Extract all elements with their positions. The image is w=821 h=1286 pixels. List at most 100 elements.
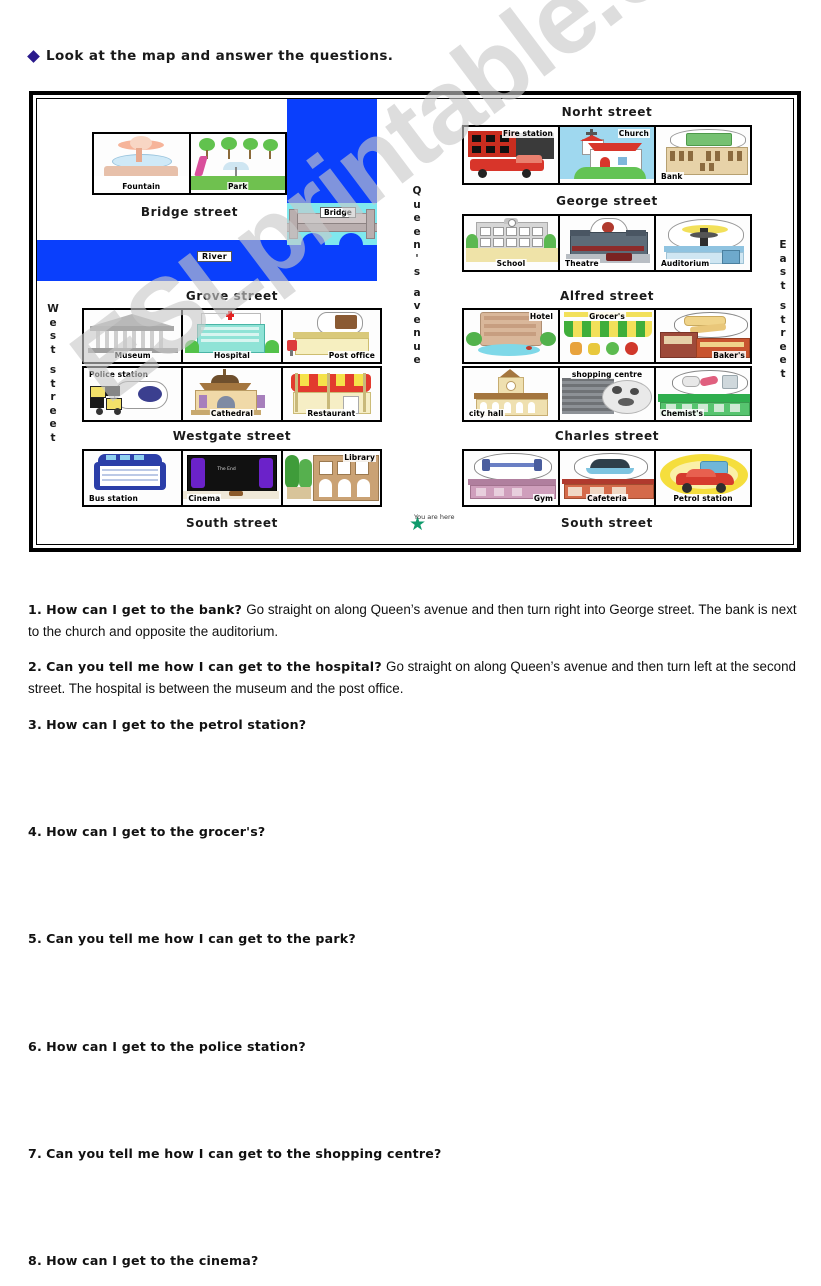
building-grocers[interactable]: Grocer's [560,310,654,362]
avenue-letter-space [409,280,425,287]
building-label: Fountain [121,182,162,191]
west-letter: t [50,343,56,356]
question-paragraph: 6. How can I get to the police station? [28,1036,803,1058]
building-label: Bus station [88,494,139,503]
building-label: Hotel [528,312,554,321]
building-church[interactable]: Church [560,127,654,183]
river-vertical [287,99,377,214]
question-paragraph: 1. How can I get to the bank? Go straigh… [28,599,803,643]
building-theatre[interactable]: Theatre [560,216,654,270]
avenue-letter: u [413,340,421,353]
building-shopping-centre[interactable]: shopping centre [560,368,654,420]
street-label-charles-street: Charles street [554,429,660,443]
you-are-here-marker: ★ You are here [409,513,455,535]
building-cafeteria[interactable]: Cafeteria [560,451,654,505]
block-bridge-street: Fountain Park [92,132,287,195]
answer-blank-space[interactable] [28,749,803,808]
street-label-alfred-street: Alfred street [559,289,655,303]
question-item: 2. Can you tell me how I can get to the … [28,656,803,700]
question-number: 2. [28,659,42,675]
building-label: Grocer's [588,312,626,321]
building-bakers[interactable]: Baker's [656,310,750,362]
avenue-letter: Q [412,185,422,197]
building-chemists[interactable]: Chemist's [656,368,750,420]
building-bus-station[interactable]: Bus station [84,451,182,505]
building-police-station[interactable]: Police station [84,368,182,420]
you-are-here-label: You are here [414,513,455,521]
building-label: city hall [468,409,505,418]
river-label: River [197,251,232,262]
question-text: Can you tell me how I can get to the sho… [46,1146,442,1162]
building-fountain[interactable]: Fountain [94,134,189,193]
street-label-george-street: George street [556,194,658,208]
street-label-west-street: W e s t s t r e e t [45,303,61,445]
question-paragraph: 8. How can I get to the cinema? [28,1250,803,1272]
answer-blank-space[interactable] [28,1071,803,1130]
building-label: shopping centre [570,370,644,379]
question-paragraph: 7. Can you tell me how I can get to the … [28,1143,803,1165]
building-hotel[interactable]: Hotel [464,310,558,362]
building-cinema[interactable]: The End Cinema [183,451,281,505]
question-item: 8. How can I get to the cinema? [28,1250,803,1272]
building-label: Park [227,182,249,191]
bridge-label: Bridge [320,207,356,218]
west-letter-space [45,357,61,364]
building-bank[interactable]: Bank [656,127,750,183]
building-cathedral[interactable]: Cathedral [183,368,281,420]
question-item: 6. How can I get to the police station? [28,1036,803,1130]
question-item: 5. Can you tell me how I can get to the … [28,928,803,1022]
diamond-bullet-icon [27,49,40,63]
building-label: Theatre [564,259,600,268]
building-auditorium[interactable]: Auditorium [656,216,750,270]
west-letter: r [50,391,56,403]
street-label-east-street: E a s t s t r e e t [775,239,791,381]
building-library[interactable]: Library [282,451,380,505]
street-label-south-street-left: South street [186,516,278,530]
street-label-grove-street: Grove street [185,289,279,303]
answer-blank-space[interactable] [28,856,803,915]
building-label: Museum [113,351,152,360]
street-label-north-street: Norht street [561,105,653,119]
building-label: Restaurant [306,409,357,418]
building-label: Petrol station [672,494,734,503]
building-hospital[interactable]: Hospital [183,310,281,362]
question-text: How can I get to the bank? [46,602,243,618]
street-label-westgate-street: Westgate street [172,429,292,443]
building-post-office[interactable]: Post office [282,310,380,362]
building-label: Baker's [712,351,746,360]
page-heading: Look at the map and answer the questions… [27,48,393,64]
question-paragraph: 5. Can you tell me how I can get to the … [28,928,803,950]
question-text: How can I get to the police station? [46,1038,306,1054]
street-label-bridge-street: Bridge street [140,205,239,219]
street-label-queens-avenue: Q u e e n ' s a v e n u e [409,185,425,368]
question-item: 1. How can I get to the bank? Go straigh… [28,599,803,643]
building-gym[interactable]: Gym [464,451,558,505]
question-text: Can you tell me how I can get to the par… [46,931,356,947]
avenue-letter: e [413,313,421,326]
question-number: 8. [28,1253,42,1269]
building-restaurant[interactable]: Restaurant [282,368,380,420]
building-school[interactable]: School [464,216,558,270]
avenue-letter: e [413,212,421,224]
map-container: Bridge River Q u e e n ' s a v e n u e W… [29,91,801,552]
west-letter: t [50,377,56,390]
east-letter: a [779,252,787,265]
building-museum[interactable]: Museum [84,310,182,362]
question-number: 7. [28,1146,42,1162]
block-north-street: Fire station Church Bank [462,125,752,185]
building-fire-station[interactable]: Fire station [464,127,558,183]
building-label: Fire station [501,129,554,138]
answer-blank-space[interactable] [28,964,803,1023]
building-label: Police station [88,370,150,379]
question-number: 5. [28,931,42,947]
answer-blank-space[interactable] [28,1178,803,1237]
east-letter: r [780,327,786,339]
map-inner: Bridge River Q u e e n ' s a v e n u e W… [36,98,794,545]
building-label: School [495,259,527,268]
street-label-south-street-right: South street [561,516,653,530]
building-city-hall[interactable]: city hall [464,368,558,420]
avenue-letter: e [413,354,421,366]
west-letter: t [50,431,56,444]
building-petrol-station[interactable]: Petrol station [656,451,750,505]
building-park[interactable]: Park [190,134,285,193]
